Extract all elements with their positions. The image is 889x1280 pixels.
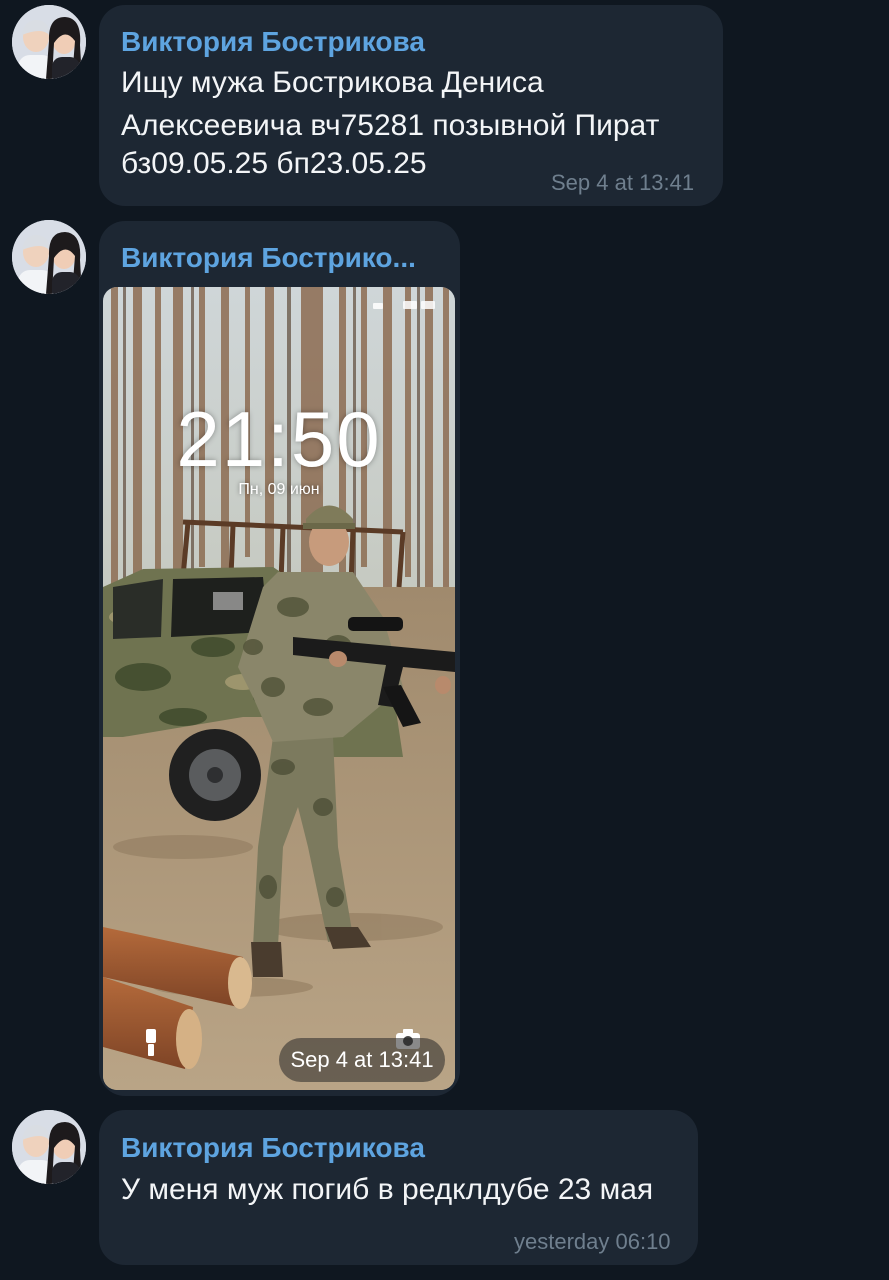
message-timestamp: Sep 4 at 13:41 xyxy=(551,170,695,195)
sender-avatar[interactable] xyxy=(12,5,86,79)
sender-name[interactable]: Виктория Бострикова xyxy=(121,1132,661,1164)
message-text-line: бз09.05.25 бп23.05.25 xyxy=(121,147,427,180)
sender-avatar[interactable] xyxy=(12,1110,86,1184)
photo-timestamp: Sep 4 at 13:41 xyxy=(279,1038,445,1082)
message-text-line: Ищу мужа Бострикова Дениса xyxy=(121,66,544,99)
attached-photo[interactable]: 21:50 Пн, 09 июн Sep 4 at 13:41 xyxy=(103,287,455,1090)
sender-avatar[interactable] xyxy=(12,220,86,294)
sender-name[interactable]: Виктория Бострикова xyxy=(121,26,681,58)
message-text-line: У меня муж погиб в редклдубе 23 мая xyxy=(121,1173,654,1206)
message-timestamp: yesterday 06:10 xyxy=(514,1229,671,1254)
lockscreen-date: Пн, 09 июн xyxy=(238,481,320,498)
message-text-line: Алексеевича вч75281 позывной Пират xyxy=(121,109,660,142)
sender-name[interactable]: Виктория Бострико... xyxy=(121,242,441,274)
lockscreen-clock: 21:50 xyxy=(176,395,382,483)
